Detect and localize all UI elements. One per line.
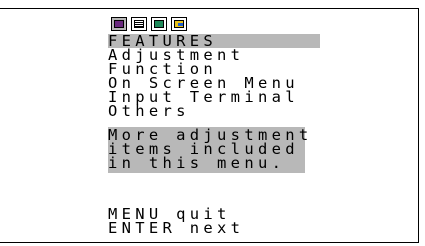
function-glyph [134, 20, 144, 28]
osd-menu: FEATURES Adjustment Function On Screen M… [108, 17, 320, 173]
on-screen-menu-glyph [154, 20, 164, 28]
description-line: in this menu. [108, 154, 286, 172]
input-terminal-glyph [174, 20, 184, 28]
on-screen-menu-icon[interactable] [151, 17, 167, 31]
key-help: MENU quit ENTER next [108, 206, 245, 237]
description-box: More adjustment items included in this m… [108, 127, 308, 173]
help-enter-next: ENTER next [108, 219, 245, 237]
menu-list: Adjustment Function On Screen Menu Input… [108, 47, 320, 119]
adjustment-icon[interactable] [111, 17, 127, 31]
function-icon[interactable] [131, 17, 147, 31]
adjustment-glyph [114, 20, 124, 28]
input-terminal-icon[interactable] [171, 17, 187, 31]
menu-item-others[interactable]: Others [108, 103, 320, 119]
category-icons [108, 17, 320, 33]
